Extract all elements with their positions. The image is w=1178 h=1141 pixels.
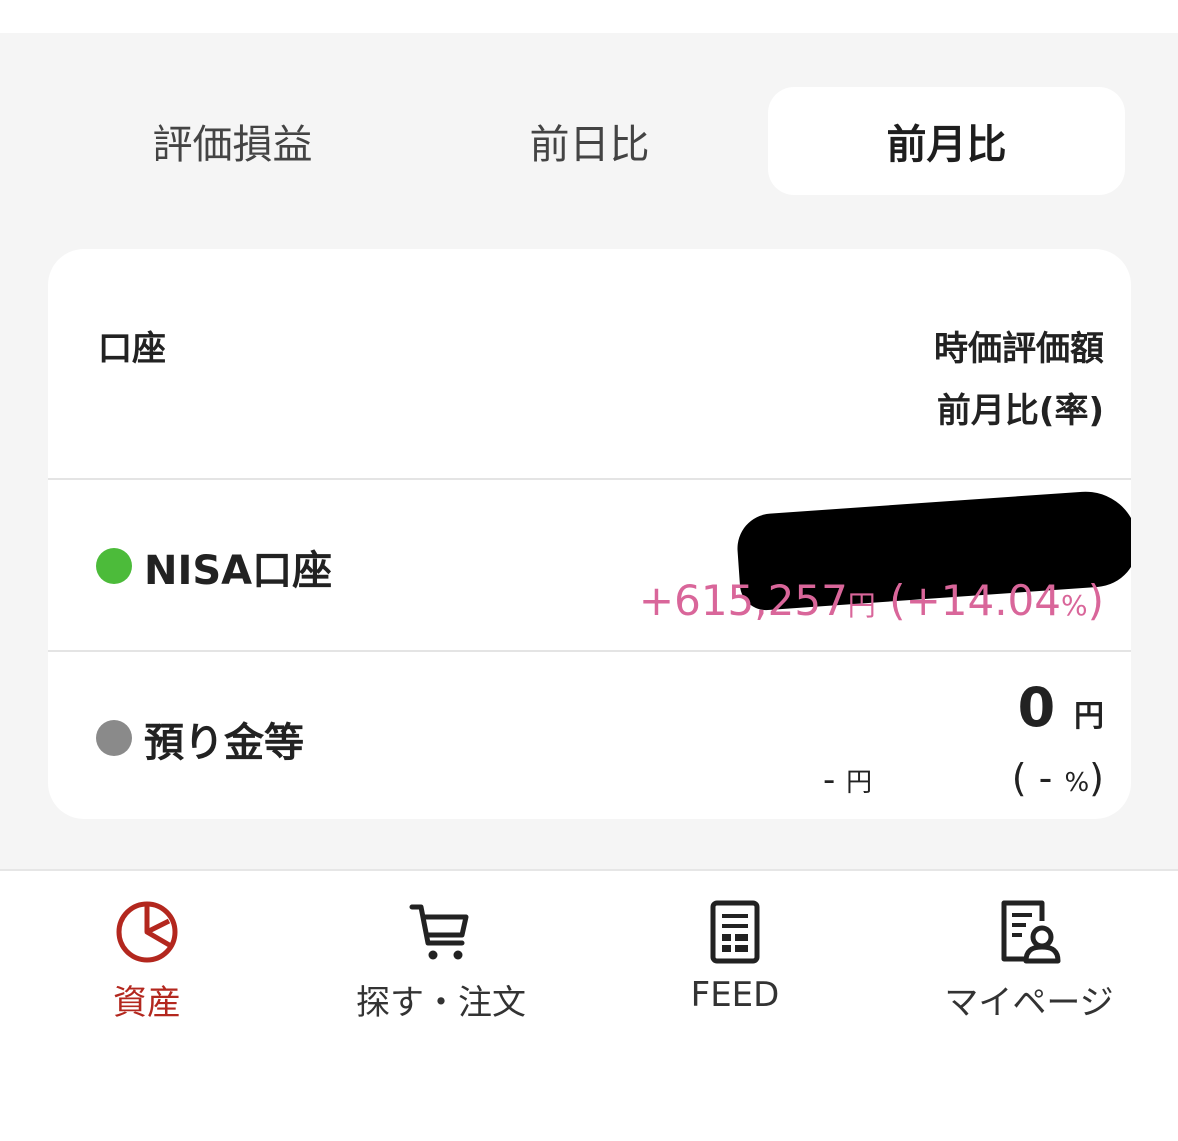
segment-unrealized-pl[interactable]: 評価損益 [54, 87, 411, 195]
header-account: 口座 [98, 329, 166, 369]
tab-mypage[interactable]: マイページ [882, 899, 1176, 1024]
rate-open: ( [889, 576, 906, 625]
tab-search-order[interactable]: 探す・注文 [294, 899, 588, 1024]
change-rate-value: - [1038, 756, 1053, 800]
tab-label: 探す・注文 [356, 983, 526, 1023]
rate-unit: % [1061, 589, 1088, 622]
period-segmented-control: 評価損益 前日比 前月比 [54, 87, 1126, 195]
month-change: +615,257円 (+14.04%) [639, 576, 1104, 625]
change-unit: 円 [847, 589, 876, 622]
table-header: 口座 時価評価額 前月比(率) [48, 249, 1131, 480]
change-rate: +14.04 [905, 576, 1061, 625]
account-row-deposits[interactable]: 預り金等 0 円 - 円 ( - %) [48, 652, 1131, 819]
change-amount: - 円 [823, 760, 872, 800]
account-summary-card: 口座 時価評価額 前月比(率) NISA口座 +615,257円 (+14.04… [48, 249, 1131, 819]
document-icon [710, 900, 760, 964]
tab-label: 資産 [113, 983, 181, 1023]
tab-assets[interactable]: 資産 [0, 899, 294, 1024]
change-rate: ( - %) [1012, 756, 1104, 800]
tab-label: FEED [690, 975, 780, 1015]
deposits-color-dot [96, 720, 132, 756]
tab-feed[interactable]: FEED [588, 899, 882, 1015]
rate-close: ) [1089, 756, 1104, 800]
segment-day-change[interactable]: 前日比 [411, 87, 768, 195]
segment-month-change[interactable]: 前月比 [768, 87, 1125, 195]
tab-label: マイページ [944, 983, 1114, 1023]
value-amount: 0 [1017, 676, 1056, 739]
market-value: 0 円 [1018, 676, 1104, 739]
rate-open: ( [1011, 756, 1027, 800]
change-amount: +615,257 [638, 576, 848, 625]
account-name: 預り金等 [144, 720, 304, 766]
header-month-change-rate: 前月比(率) [936, 391, 1104, 431]
pie-chart-icon [116, 901, 178, 963]
change-amount-value: - [823, 760, 836, 800]
change-unit: 円 [846, 768, 873, 798]
main-content: 評価損益 前日比 前月比 口座 時価評価額 前月比(率) NISA口座 +615… [0, 33, 1178, 869]
bottom-tab-bar: 資産 探す・注文 FEED マイページ [0, 869, 1178, 1141]
cart-icon [409, 904, 469, 960]
value-unit: 円 [1074, 699, 1104, 734]
header-market-value: 時価評価額 [934, 329, 1104, 369]
nisa-color-dot [96, 548, 132, 584]
account-row-nisa[interactable]: NISA口座 +615,257円 (+14.04%) [48, 480, 1131, 652]
account-name: NISA口座 [144, 548, 333, 594]
rate-unit: % [1064, 768, 1090, 798]
rate-close: ) [1087, 576, 1104, 625]
profile-document-icon [1001, 900, 1061, 964]
